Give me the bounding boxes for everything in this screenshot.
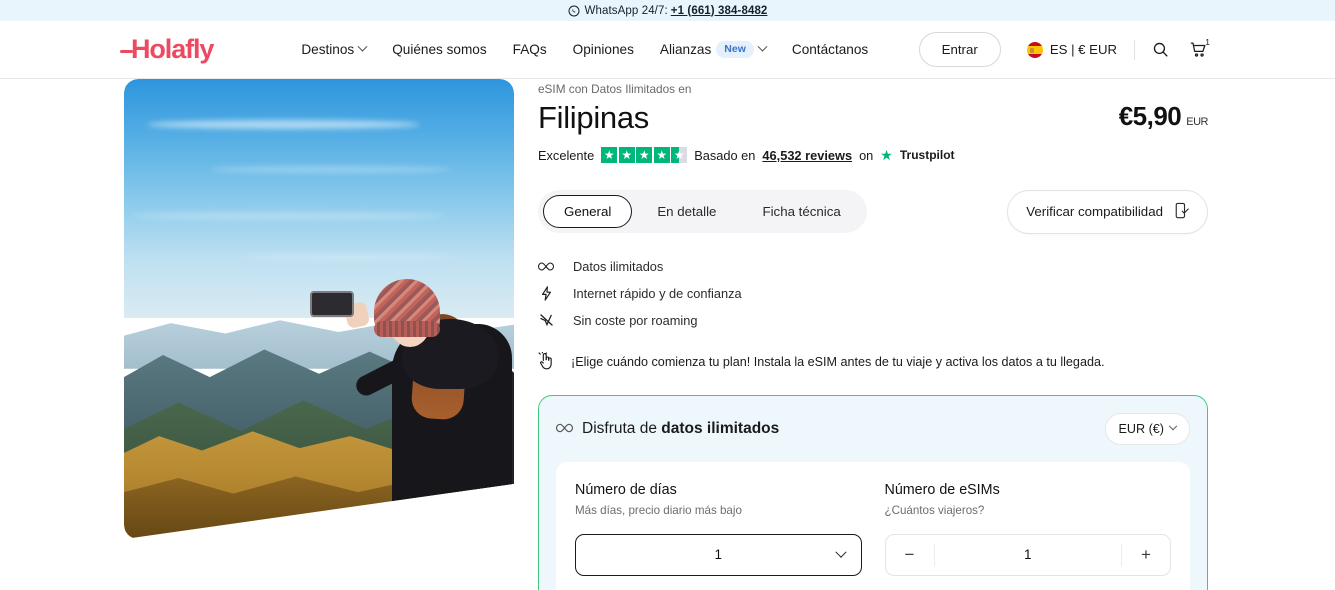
rating-based-on: Basado en — [694, 147, 756, 163]
reviews-count-link[interactable]: 46,532 reviews — [762, 148, 852, 163]
feature-list: Datos ilimitados Internet rápido y de co… — [538, 259, 1208, 328]
promo-banner: WhatsApp 24/7: +1 (661) 384-8482 — [0, 0, 1335, 21]
nav-label: Contáctanos — [791, 42, 869, 57]
plan-selector-panel: Disfruta de datos ilimitados EUR (€) Núm… — [538, 394, 1208, 590]
nav-label: Alianzas — [659, 42, 712, 57]
holafly-logo[interactable]: Holafly — [119, 34, 214, 65]
product-details: eSIM con Datos Ilimitados en Filipinas €… — [514, 79, 1208, 590]
nav-item-contactanos[interactable]: Contáctanos — [792, 42, 868, 57]
locale-selector[interactable]: ES | € EUR — [1026, 41, 1117, 58]
feature-item: Internet rápido y de confianza — [538, 286, 1208, 301]
product-price: €5,90 EUR — [1118, 101, 1209, 132]
trustpilot-star-icon: ★ — [880, 146, 893, 163]
no-roaming-icon — [538, 313, 554, 327]
chevron-down-icon — [834, 546, 847, 558]
decrement-button[interactable]: − — [886, 545, 934, 565]
main-content: eSIM con Datos Ilimitados en Filipinas €… — [0, 79, 1335, 590]
nav-item-opiniones[interactable]: Opiniones — [573, 42, 634, 57]
nav-item-quienes-somos[interactable]: Quiénes somos — [392, 42, 486, 57]
check-compatibility-button[interactable]: Verificar compatibilidad — [1007, 189, 1208, 234]
product-eyebrow: eSIM con Datos Ilimitados en — [538, 82, 692, 96]
promo-prefix: WhatsApp 24/7: — [584, 4, 668, 17]
nav-label: Quiénes somos — [392, 42, 487, 57]
days-label: Número de días — [575, 481, 677, 498]
nav-item-alianzas[interactable]: Alianzas New — [659, 41, 768, 58]
promo-phone-link[interactable]: +1 (661) 384-8482 — [671, 5, 768, 17]
header-actions: Entrar ES | € EUR 1 — [918, 32, 1210, 67]
chevron-down-icon — [757, 41, 768, 52]
esims-stepper: − 1 + — [884, 533, 1171, 576]
star-icon: ★ — [618, 147, 635, 164]
plan-panel-title: Disfruta de datos ilimitados — [555, 419, 780, 438]
plan-title-prefix: Disfruta de — [582, 419, 662, 437]
increment-button[interactable]: + — [1122, 545, 1170, 565]
infinity-icon — [538, 261, 554, 272]
cart-count-badge: 1 — [1205, 37, 1210, 47]
nav-label: Destinos — [301, 42, 355, 57]
rating-on: on — [859, 147, 874, 163]
days-sublabel: Más días, precio diario más bajo — [575, 503, 742, 517]
price-amount: €5,90 — [1118, 101, 1182, 131]
feature-label: Internet rápido y de confianza — [573, 285, 742, 301]
esims-value: 1 — [1023, 547, 1032, 563]
tab-en-detalle[interactable]: En detalle — [636, 195, 737, 228]
tab-ficha-tecnica[interactable]: Ficha técnica — [741, 195, 861, 228]
nav-label: FAQs — [512, 42, 547, 57]
nav-label: Opiniones — [572, 42, 634, 57]
main-navigation: Destinos Quiénes somos FAQs Opiniones Al… — [301, 41, 868, 58]
hero-image — [124, 79, 514, 539]
esims-label: Número de eSIMs — [884, 481, 1000, 498]
page-title: Filipinas — [538, 100, 650, 135]
currency-selector[interactable]: EUR (€) — [1104, 412, 1190, 445]
nav-item-faqs[interactable]: FAQs — [513, 42, 547, 57]
tap-hand-icon — [538, 351, 554, 373]
phone-check-icon — [1174, 202, 1189, 222]
chevron-down-icon — [357, 41, 368, 52]
days-value: 1 — [714, 547, 722, 563]
star-half-icon: ★ — [671, 147, 688, 164]
cart-icon[interactable]: 1 — [1189, 37, 1210, 59]
trustpilot-label: Trustpilot — [899, 148, 955, 163]
phone-prop — [310, 291, 354, 317]
locale-label: ES | € EUR — [1049, 42, 1117, 57]
star-icon: ★ — [636, 147, 653, 164]
feature-item: Datos ilimitados — [538, 259, 1208, 274]
header-divider — [1134, 39, 1135, 60]
compat-label: Verificar compatibilidad — [1026, 204, 1163, 220]
search-icon[interactable] — [1152, 41, 1169, 58]
trustpilot-rating: Excelente ★ ★ ★ ★ ★ Basado en 46,532 rev… — [538, 147, 1208, 164]
login-button[interactable]: Entrar — [918, 32, 1001, 67]
product-tabs: General En detalle Ficha técnica — [538, 190, 867, 234]
star-rating: ★ ★ ★ ★ ★ — [601, 147, 688, 164]
new-badge: New — [716, 41, 754, 58]
site-header: Holafly Destinos Quiénes somos FAQs Opin… — [0, 21, 1335, 79]
lightning-icon — [538, 286, 554, 301]
plan-config-card: Número de días Más días, precio diario m… — [556, 461, 1190, 590]
star-icon: ★ — [653, 147, 670, 164]
tab-general[interactable]: General — [543, 195, 633, 229]
star-icon: ★ — [601, 147, 618, 164]
currency-label: EUR (€) — [1118, 421, 1164, 436]
traveler-figure — [310, 269, 514, 539]
infinity-icon — [555, 420, 574, 438]
spain-flag-icon — [1026, 41, 1043, 58]
feature-label: Sin coste por roaming — [573, 312, 698, 328]
tip-text: ¡Elige cuándo comienza tu plan! Instala … — [571, 355, 1105, 370]
feature-item: Sin coste por roaming — [538, 313, 1208, 328]
days-select[interactable]: 1 — [575, 533, 862, 576]
price-currency: EUR — [1186, 116, 1208, 128]
nav-item-destinos[interactable]: Destinos — [301, 41, 368, 57]
feature-label: Datos ilimitados — [573, 258, 664, 274]
plan-start-tip: ¡Elige cuándo comienza tu plan! Instala … — [538, 351, 1208, 373]
esims-sublabel: ¿Cuántos viajeros? — [884, 503, 985, 517]
whatsapp-icon — [568, 5, 580, 17]
days-selector-group: Número de días Más días, precio diario m… — [575, 482, 862, 576]
esims-selector-group: Número de eSIMs ¿Cuántos viajeros? − 1 + — [884, 481, 1171, 576]
plan-title-bold: datos ilimitados — [661, 419, 780, 437]
rating-word: Excelente — [538, 147, 595, 163]
